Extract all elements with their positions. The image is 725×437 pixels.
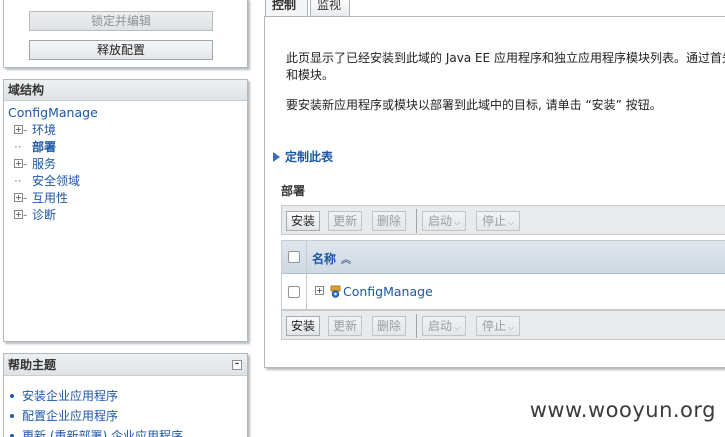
stop-label: 停止 bbox=[481, 214, 506, 228]
install-button[interactable]: 安装 bbox=[286, 211, 320, 231]
minimize-icon[interactable]: – bbox=[232, 360, 242, 370]
tree-item-label[interactable]: 服务 bbox=[32, 157, 56, 171]
tree-connector: - bbox=[23, 191, 28, 205]
tree-item-label[interactable]: 环境 bbox=[32, 123, 56, 137]
toolbar-separator bbox=[416, 314, 417, 338]
help-topics-header: 帮助主题 – bbox=[4, 354, 247, 376]
page-description: 此页显示了已经安装到此域的 Java EE 应用程序和独立应用程序模块列表。通过… bbox=[286, 50, 725, 84]
deployments-section-title: 部署 bbox=[281, 184, 306, 198]
row-checkbox[interactable] bbox=[288, 286, 300, 298]
delete-button[interactable]: 删除 bbox=[372, 211, 406, 231]
tree-item-services[interactable]: +- 服务 bbox=[8, 156, 247, 173]
install-instruction: 要安装新应用程序或模块以部署到此域中的目标, 请单击 “安装” 按钮。 bbox=[286, 98, 662, 112]
column-divider bbox=[306, 241, 307, 273]
start-dropdown-button[interactable]: 启动 ⌵ bbox=[422, 211, 466, 231]
start-label: 启动 bbox=[427, 214, 452, 228]
stop-dropdown-button[interactable]: 停止 ⌵ bbox=[476, 211, 520, 231]
install-button[interactable]: 安装 bbox=[286, 316, 320, 336]
description-line-2: 和模块。 bbox=[286, 68, 335, 82]
description-line-1: 此页显示了已经安装到此域的 Java EE 应用程序和独立应用程序模块列表。通过… bbox=[286, 51, 725, 65]
help-topics-title: 帮助主题 bbox=[8, 358, 57, 372]
watermark-text: www.wooyun.org bbox=[529, 398, 716, 422]
column-divider bbox=[306, 274, 307, 310]
tree-connector: - bbox=[23, 123, 28, 137]
customize-table-label[interactable]: 定制此表 bbox=[285, 150, 333, 164]
delete-button[interactable]: 删除 bbox=[372, 316, 406, 336]
chevron-down-icon: ⌵ bbox=[507, 218, 515, 227]
expand-icon[interactable]: + bbox=[14, 210, 23, 219]
tree-item-interoperability[interactable]: +- 互用性 bbox=[8, 190, 247, 207]
tree-item-deployments[interactable]: ·· 部署 bbox=[8, 139, 247, 156]
tree-item-label[interactable]: 诊断 bbox=[32, 208, 56, 222]
deployment-name-link[interactable]: ConfigManage bbox=[343, 284, 433, 299]
list-item: 更新 (重新部署) 企业应用程序 bbox=[8, 426, 247, 437]
tree-connector: - bbox=[23, 157, 28, 171]
start-dropdown-button[interactable]: 启动 ⌵ bbox=[422, 316, 466, 336]
domain-tree: ConfigManage +- 环境 ·· 部署 +- 服务 ·· 安全领域 +- 互用性… bbox=[4, 101, 247, 224]
expand-icon[interactable]: + bbox=[315, 286, 324, 295]
deployments-table: 名称 ︽ + ConfigManage bbox=[281, 240, 725, 310]
domain-structure-panel: 域结构 ConfigManage +- 环境 ·· 部署 +- 服务 ·· 安全领域 +… bbox=[3, 79, 248, 342]
tree-item-security-realms[interactable]: ·· 安全领域 bbox=[8, 173, 247, 190]
tree-item-diagnostics[interactable]: +- 诊断 bbox=[8, 207, 247, 224]
domain-structure-title: 域结构 bbox=[4, 80, 247, 101]
help-link-install-app[interactable]: 安装企业应用程序 bbox=[22, 389, 118, 403]
column-header-label[interactable]: 名称 bbox=[312, 252, 336, 266]
list-item: 配置企业应用程序 bbox=[8, 406, 247, 426]
help-link-configure-app[interactable]: 配置企业应用程序 bbox=[22, 409, 118, 423]
column-header-name[interactable]: 名称 ︽ bbox=[312, 250, 351, 267]
stop-label: 停止 bbox=[481, 319, 506, 333]
expand-icon[interactable]: + bbox=[14, 193, 23, 202]
update-button[interactable]: 更新 bbox=[328, 316, 362, 336]
help-links-list: 安装企业应用程序 配置企业应用程序 更新 (重新部署) 企业应用程序 bbox=[4, 376, 247, 437]
tab-monitoring[interactable]: 监视 bbox=[310, 0, 350, 17]
deployments-toolbar-bottom: 安装 更新 删除 启动 ⌵ 停止 ⌵ bbox=[281, 310, 725, 340]
start-label: 启动 bbox=[427, 319, 452, 333]
tree-root-configmanage[interactable]: ConfigManage bbox=[8, 105, 247, 121]
expand-icon[interactable]: + bbox=[14, 159, 23, 168]
sort-ascending-icon[interactable]: ︽ bbox=[341, 251, 351, 266]
tree-item-environment[interactable]: +- 环境 bbox=[8, 122, 247, 139]
chevron-down-icon: ⌵ bbox=[453, 323, 461, 332]
tree-connector: ·· bbox=[14, 174, 22, 188]
lock-and-edit-button[interactable]: 锁定并编辑 bbox=[29, 11, 213, 31]
update-button[interactable]: 更新 bbox=[328, 211, 362, 231]
deployments-toolbar-top: 安装 更新 删除 启动 ⌵ 停止 ⌵ bbox=[281, 205, 725, 235]
change-center-panel: 锁定并编辑 释放配置 bbox=[3, 0, 248, 68]
tree-connector: ·· bbox=[14, 140, 22, 154]
tree-item-label[interactable]: 互用性 bbox=[32, 191, 68, 205]
toolbar-separator bbox=[416, 209, 417, 233]
chevron-down-icon: ⌵ bbox=[507, 323, 515, 332]
customize-table-link[interactable]: 定制此表 bbox=[273, 148, 333, 165]
application-icon bbox=[330, 285, 341, 298]
expand-triangle-icon bbox=[273, 151, 280, 162]
deployments-content-panel: 此页显示了已经安装到此域的 Java EE 应用程序和独立应用程序模块列表。通过… bbox=[264, 16, 725, 368]
table-header: 名称 ︽ bbox=[282, 241, 725, 274]
tree-item-label[interactable]: 安全领域 bbox=[32, 174, 80, 188]
help-link-update-app[interactable]: 更新 (重新部署) 企业应用程序 bbox=[22, 429, 183, 437]
tree-item-label[interactable]: 部署 bbox=[32, 140, 56, 154]
tree-connector: - bbox=[23, 208, 28, 222]
select-all-checkbox[interactable] bbox=[288, 251, 300, 263]
stop-dropdown-button[interactable]: 停止 ⌵ bbox=[476, 316, 520, 336]
tab-control[interactable]: 控制 bbox=[265, 0, 308, 17]
release-configuration-button[interactable]: 释放配置 bbox=[29, 40, 213, 60]
list-item: 安装企业应用程序 bbox=[8, 386, 247, 406]
chevron-down-icon: ⌵ bbox=[453, 218, 461, 227]
expand-icon[interactable]: + bbox=[14, 125, 23, 134]
table-row: + ConfigManage bbox=[282, 274, 725, 310]
help-topics-panel: 帮助主题 – 安装企业应用程序 配置企业应用程序 更新 (重新部署) 企业应用程… bbox=[3, 353, 248, 437]
